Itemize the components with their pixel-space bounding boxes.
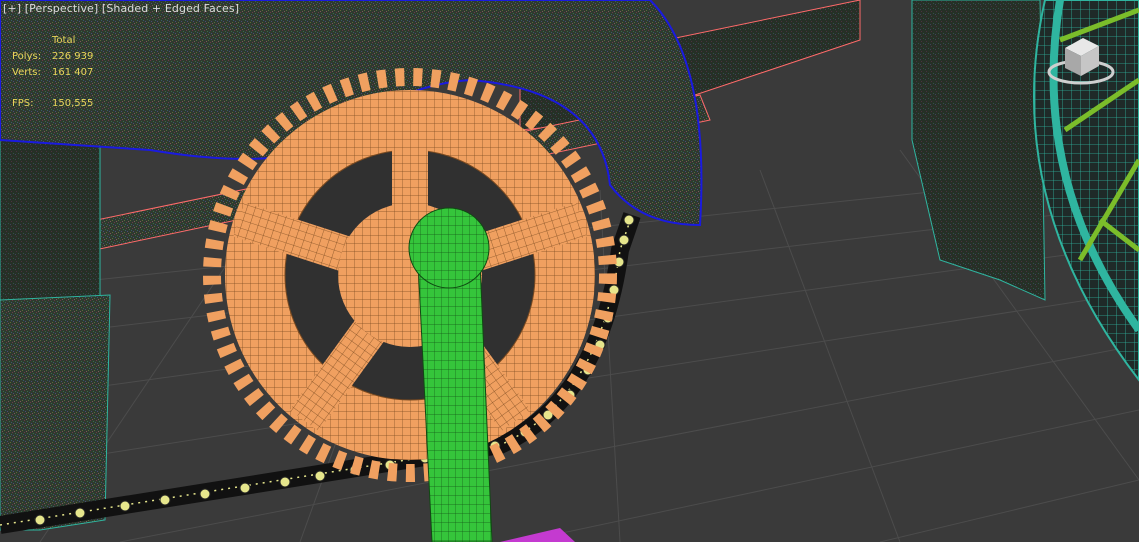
stats-header: Total (52, 35, 76, 46)
statistics-overlay: Total Polys: 226 939 Verts: 161 407 FPS:… (12, 33, 93, 112)
verts-label: Verts: (12, 67, 41, 78)
verts-value: 161 407 (52, 67, 94, 78)
viewport-label: [+] [Perspective] [Shaded + Edged Faces] (3, 2, 239, 15)
polys-value: 226 939 (52, 51, 94, 62)
scene-canvas[interactable] (0, 0, 1139, 542)
viewport-menu[interactable]: [+] (3, 2, 21, 15)
viewcube-icon[interactable] (1043, 30, 1119, 90)
fps-value: 150,555 (52, 98, 94, 109)
fps-label: FPS: (12, 98, 34, 109)
shading-mode-menu[interactable]: [Shaded + Edged Faces] (102, 2, 239, 15)
frame-legs (0, 119, 111, 531)
view-type-menu[interactable]: [Perspective] (25, 2, 99, 15)
polys-label: Polys: (12, 51, 42, 62)
perspective-viewport[interactable]: [+] [Perspective] [Shaded + Edged Faces]… (0, 0, 1139, 542)
